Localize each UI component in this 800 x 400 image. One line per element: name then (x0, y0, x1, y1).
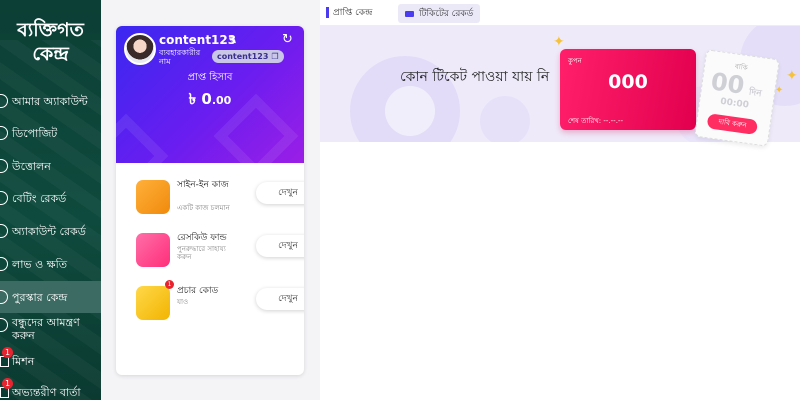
discount-icon (136, 286, 170, 320)
feature-subtitle: পুনরুদ্ধারে সাহায্য করুন (177, 245, 226, 261)
sidebar-item-label: মিশন (12, 354, 35, 368)
balance-integer: 0 (201, 90, 212, 108)
tab-indicator (326, 7, 329, 18)
sidebar-item-label: অ্যাকাউন্ট রেকর্ড (12, 224, 86, 238)
sidebar-title: ব্যক্তিগত কেন্দ্র (17, 19, 84, 65)
deposit-icon (0, 126, 8, 140)
account-title: প্রাপ্ত হিসাব (187, 72, 233, 83)
sidebar-item-label: উত্তোলন (12, 159, 51, 173)
coupon-value: 000 (608, 71, 648, 93)
sidebar-item-label: অভ্যন্তরীণ বার্তা (12, 385, 81, 399)
sidebar-item-label: আমার অ্যাকাউন্ট (12, 94, 88, 108)
sidebar-item-messages[interactable]: 1 অভ্যন্তরীণ বার্তা (0, 376, 101, 400)
feature-subtitle: একটি কাজ চলমান (177, 204, 230, 212)
balance-decimal: .00 (211, 94, 232, 107)
tab-rewards-center[interactable]: প্রাপ্তি কেন্দ্র (326, 5, 372, 20)
sidebar-item-my-account[interactable]: আমার অ্যাকাউন্ট (0, 85, 101, 117)
sidebar-item-withdraw[interactable]: উত্তোলন (0, 150, 101, 182)
ticket-icon (405, 10, 414, 17)
username-chip[interactable]: content123 ❐ (212, 50, 284, 63)
withdraw-icon (0, 159, 8, 173)
sidebar-item-profit-loss[interactable]: লাভ ও ক্ষতি (0, 248, 101, 280)
sidebar-item-label: ডিপোজিট (12, 126, 58, 140)
sidebar-item-rewards-center[interactable]: পুরস্কার কেন্দ্র (0, 281, 101, 313)
betting-icon (0, 191, 8, 205)
sidebar-item-account-record[interactable]: অ্যাকাউন্ট রেকর্ড (0, 215, 101, 247)
feature-rescue-fund: রেসকিউ ফান্ড পুনরুদ্ধারে সাহায্য করুন দে… (136, 231, 304, 273)
tab-label: প্রাপ্তি কেন্দ্র (333, 8, 373, 18)
view-button[interactable]: দেখুন (256, 235, 304, 257)
feature-sign-in-task: সাইন-ইন কাজ একটি কাজ চলমান দেখুন (136, 178, 304, 220)
refresh-icon[interactable]: ↻ (282, 32, 296, 47)
view-button[interactable]: দেখুন (256, 182, 304, 204)
sidebar-item-label: বন্ধুদের আমন্ত্রণ করুন (12, 316, 80, 342)
days-unit: দিন (748, 87, 763, 100)
avatar[interactable] (124, 33, 156, 65)
claim-button[interactable]: দাবি করুন (706, 113, 759, 136)
notification-badge: 1 (2, 347, 13, 358)
sidebar-item-betting-record[interactable]: বেটিং রেকর্ড (0, 182, 101, 214)
feature-name: সাইন-ইন কাজ (177, 180, 229, 190)
sidebar-item-mission[interactable]: 1 মিশন (0, 345, 101, 377)
invite-icon (0, 318, 8, 332)
feature-name: প্রচার কোড (177, 286, 219, 296)
remaining-time: 00:00 (719, 96, 750, 111)
notification-badge: 1 (2, 378, 13, 389)
profit-loss-icon (0, 257, 8, 271)
coupon-stub: বাকি 00 দিন 00:00 দাবি করুন (694, 49, 780, 147)
sparkle-icon: ✦ (786, 68, 798, 84)
calendar-icon (136, 180, 170, 214)
username-label: ব্যবহারকারীর নাম (159, 48, 201, 66)
sidebar: ব্যক্তিগত কেন্দ্র আমার অ্যাকাউন্ট ডিপোজি… (0, 0, 101, 400)
profile-card: content123 ✎ ↻ ব্যবহারকারীর নাম content1… (116, 26, 304, 163)
feature-promo-code: 1 প্রচার কোড যাও দেখুন (136, 280, 304, 326)
sidebar-item-label: লাভ ও ক্ষতি (12, 257, 67, 271)
main-content: ✦ ✦ ✦ কোন টিকেট পাওয়া যায় নি কুপন 000 … (320, 26, 800, 400)
remaining-days: 00 (709, 67, 747, 100)
account-panel: content123 ✎ ↻ ব্যবহারকারীর নাম content1… (116, 26, 304, 375)
username: content123 (159, 33, 237, 47)
edit-icon[interactable]: ✎ (228, 34, 240, 47)
decoration (385, 86, 435, 136)
tab-label: টিকিটের রেকর্ড (419, 9, 474, 19)
tab-bar: প্রাপ্তি কেন্দ্র টিকিটের রেকর্ড (320, 0, 800, 26)
account-balance: ৳ 0.00 (116, 88, 304, 113)
notification-badge: 1 (165, 280, 174, 289)
feature-subtitle: যাও (177, 298, 189, 306)
copy-icon[interactable]: ❐ (271, 52, 278, 61)
feature-name: রেসকিউ ফান্ড (177, 233, 227, 243)
sidebar-item-label: বেটিং রেকর্ড (12, 191, 67, 205)
coupon-card: কুপন 000 শেষ তারিখ: --.--.-- (560, 49, 696, 130)
tab-ticket-record[interactable]: টিকিটের রেকর্ড (398, 4, 481, 23)
decoration (116, 113, 169, 163)
account-icon (0, 94, 8, 108)
sidebar-item-label: পুরস্কার কেন্দ্র (12, 290, 68, 304)
sparkle-icon: ✦ (553, 34, 565, 50)
sidebar-item-deposit[interactable]: ডিপোজিট (0, 117, 101, 149)
reward-icon (0, 290, 8, 304)
view-button[interactable]: দেখুন (256, 288, 304, 310)
sparkle-icon: ✦ (775, 85, 784, 96)
coupon-expiry: শেষ তারিখ: --.--.-- (568, 117, 623, 125)
currency-symbol: ৳ (188, 90, 197, 108)
no-ticket-message: কোন টিকেট পাওয়া যায় নি (400, 69, 550, 85)
coupon-title: কুপন (568, 57, 582, 65)
record-icon (0, 224, 8, 238)
decoration (480, 96, 530, 142)
username-chip-text: content123 (217, 52, 269, 61)
money-bag-icon (136, 233, 170, 267)
